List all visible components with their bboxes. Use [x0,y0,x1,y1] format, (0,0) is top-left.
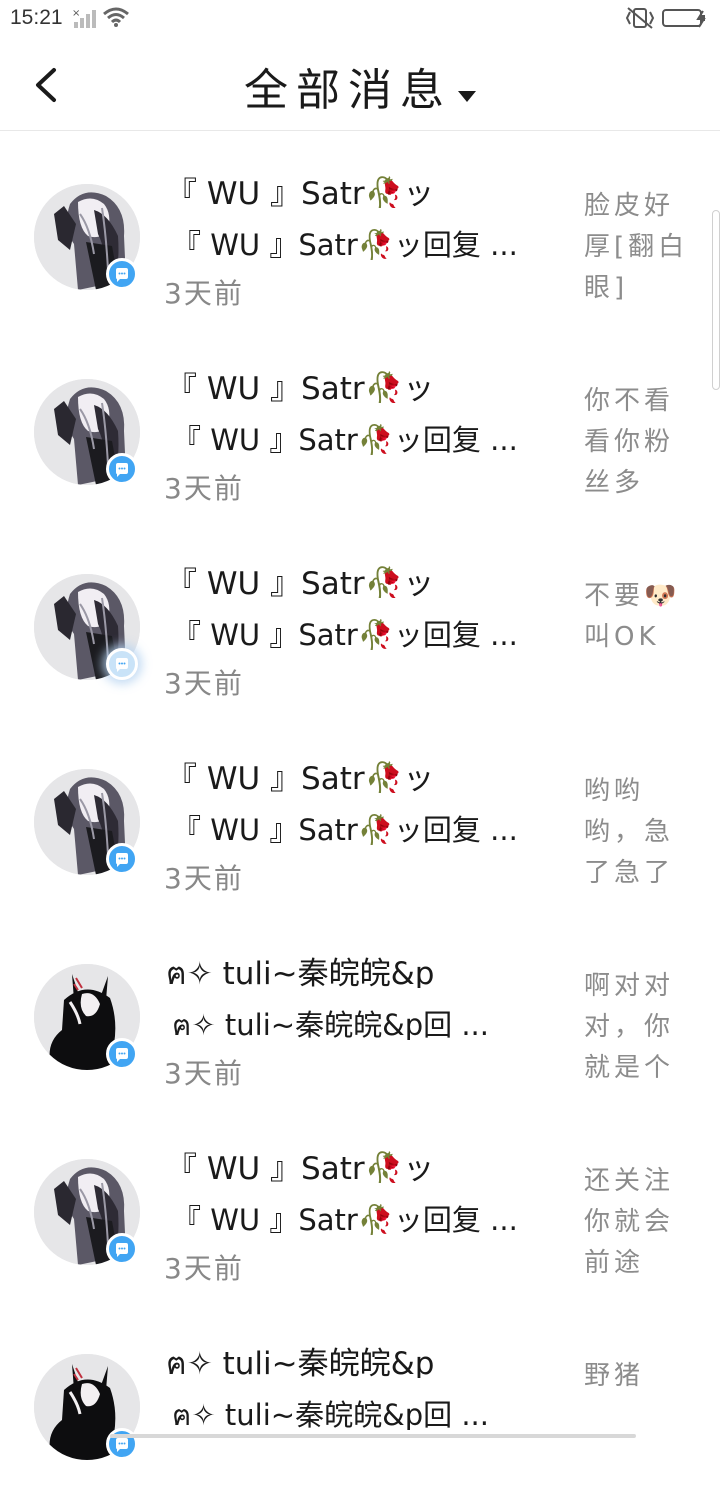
message-item[interactable]: 『 WU 』Satr🥀ッ『 WU 』Satr🥀ッ回复 ... 3天前 哟哟哟，急了急… [0,717,720,912]
comment-badge-icon [106,843,138,875]
sender-name[interactable]: 『 WU 』Satr🥀ッ [166,363,566,403]
message-time: 3天前 [164,862,244,895]
reply-summary: 『 WU 』Satr🥀ッ回复 ... [172,618,518,650]
comment-badge-icon [106,453,138,485]
message-item[interactable]: 『 WU 』Satr🥀ッ『 WU 』Satr🥀ッ回复 ... 3天前 不要🐶叫OK [0,522,720,717]
comment-preview: 你不看看你粉丝多 [584,386,675,498]
reply-summary: ฅ✧ tuli~秦皖皖&p回 ... [172,1008,489,1040]
sender-name[interactable]: 『 WU 』Satr🥀ッ [166,558,566,598]
message-item[interactable]: 『 WU 』Satr🥀ッ『 WU 』Satr🥀ッ回复 ... 3天前 还关注你就会前… [0,1107,720,1302]
message-item[interactable]: ฅ✧ tuli~秦皖皖&p ฅ✧ tuli~秦皖皖&p回 ... 3天前 啊对对对，你… [0,912,720,1107]
message-list: 『 WU 』Satr🥀ッ『 WU 』Satr🥀ッ回复 ... 3天前 脸皮好厚[翻白… [0,132,720,1497]
caret-down-icon [458,91,476,102]
vibrate-icon [625,7,655,29]
comment-preview: 还关注你就会前途 [584,1166,675,1278]
page-title: 全部消息 [244,65,452,116]
sender-name[interactable]: 『 WU 』Satr🥀ッ [166,753,566,793]
reply-summary: 『 WU 』Satr🥀ッ回复 ... [172,423,518,455]
sender-name[interactable]: ฅ✧ tuli~秦皖皖&p [166,948,566,988]
message-time: 3天前 [164,472,244,505]
message-time: 3天前 [164,1252,244,1285]
message-item[interactable]: 『 WU 』Satr🥀ッ『 WU 』Satr🥀ッ回复 ... 3天前 脸皮好厚[翻白… [0,132,720,327]
comment-badge-icon [106,648,138,680]
battery-icon [662,9,706,28]
home-indicator [110,1434,636,1438]
reply-summary: 『 WU 』Satr🥀ッ回复 ... [172,813,518,845]
message-item[interactable]: ฅ✧ tuli~秦皖皖&p ฅ✧ tuli~秦皖皖&p回 ... 野猪 [0,1302,720,1497]
comment-badge-icon [106,1428,138,1460]
comment-badge-icon [106,258,138,290]
message-filter-dropdown[interactable]: 全部消息 [0,54,720,118]
comment-preview: 不要🐶叫OK [584,581,681,652]
signal-icon: × [72,8,96,28]
status-bar: 15:21 × [0,0,720,38]
sender-name[interactable]: ฅ✧ tuli~秦皖皖&p [166,1338,566,1378]
svg-text:×: × [72,8,80,19]
message-item[interactable]: 『 WU 』Satr🥀ッ『 WU 』Satr🥀ッ回复 ... 3天前 你不看看你粉丝… [0,327,720,522]
comment-preview: 脸皮好厚[翻白眼] [584,191,689,303]
reply-summary: 『 WU 』Satr🥀ッ回复 ... [172,228,518,260]
sender-name[interactable]: 『 WU 』Satr🥀ッ [166,168,566,208]
wifi-icon [103,7,129,27]
sender-name[interactable]: 『 WU 』Satr🥀ッ [166,1143,566,1183]
comment-badge-icon [106,1233,138,1265]
reply-summary: ฅ✧ tuli~秦皖皖&p回 ... [172,1398,489,1430]
message-time: 3天前 [164,1057,244,1090]
status-time: 15:21 [10,6,63,29]
comment-preview: 野猪 [584,1361,645,1391]
comment-preview: 哟哟哟，急了急了 [584,776,675,888]
comment-badge-icon [106,1038,138,1070]
reply-summary: 『 WU 』Satr🥀ッ回复 ... [172,1203,518,1235]
message-time: 3天前 [164,277,244,310]
comment-preview: 啊对对对，你就是个 [584,971,675,1083]
message-time: 3天前 [164,667,244,700]
header: 全部消息 [0,40,720,131]
